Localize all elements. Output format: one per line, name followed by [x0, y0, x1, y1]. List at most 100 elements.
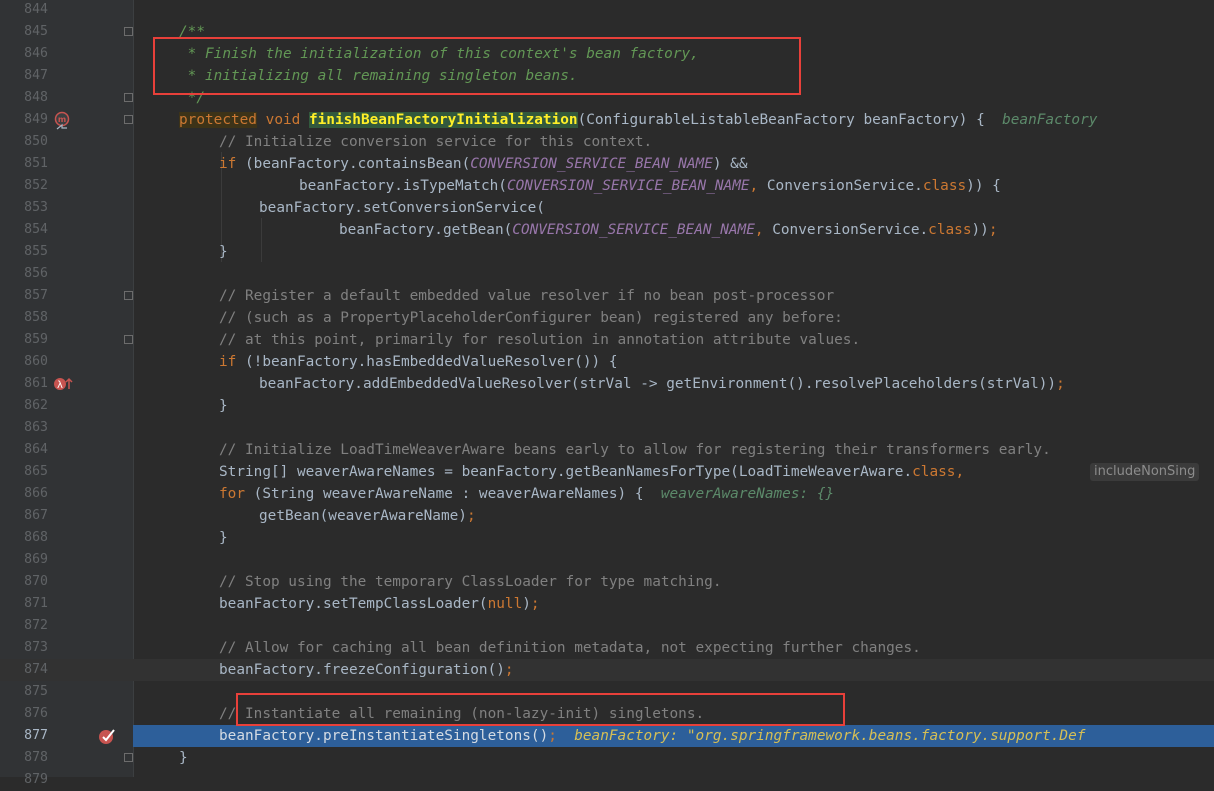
line-number: 879	[24, 772, 48, 787]
lambda-icon[interactable]: λ	[53, 376, 73, 392]
code-text: beanFactory.setConversionService(	[259, 200, 545, 216]
fold-icon[interactable]	[124, 93, 133, 102]
line-number: 862	[24, 398, 48, 413]
code-editor[interactable]: 844 845 /** 846 * Finish the initializat…	[0, 0, 1214, 787]
line-number: 850	[24, 134, 48, 149]
code-line: 849 m protected void finishBeanFactoryIn…	[0, 109, 1214, 131]
line-number: 864	[24, 442, 48, 457]
code-text: beanFactory.preInstantiateSingletons(); …	[219, 728, 1086, 744]
code-line: 867 getBean(weaverAwareName);	[0, 505, 1214, 527]
breakpoint-icon[interactable]	[98, 727, 118, 745]
code-line: 863	[0, 417, 1214, 439]
line-number: 861	[24, 376, 48, 391]
code-line: 872	[0, 615, 1214, 637]
line-number: 859	[24, 332, 48, 347]
code-line: 879	[0, 769, 1214, 791]
code-line: 860 if (!beanFactory.hasEmbeddedValueRes…	[0, 351, 1214, 373]
code-line: 873 // Allow for caching all bean defini…	[0, 637, 1214, 659]
code-line: 855 }	[0, 241, 1214, 263]
fold-icon[interactable]	[124, 335, 133, 344]
code-line: 864 // Initialize LoadTimeWeaverAware be…	[0, 439, 1214, 461]
fold-icon[interactable]	[124, 753, 133, 762]
code-line: 870 // Stop using the temporary ClassLoa…	[0, 571, 1214, 593]
line-number: 866	[24, 486, 48, 501]
line-number: 860	[24, 354, 48, 369]
line-number: 868	[24, 530, 48, 545]
fold-icon[interactable]	[124, 291, 133, 300]
code-text: for (String weaverAwareName : weaverAwar…	[219, 486, 835, 502]
comment: // Allow for caching all bean definition…	[219, 640, 921, 656]
code-text: }	[219, 530, 228, 546]
code-line: 844	[0, 0, 1214, 21]
line-number: 865	[24, 464, 48, 479]
line-number: 873	[24, 640, 48, 655]
code-line: 877 beanFactory.preInstantiateSingletons…	[0, 725, 1214, 747]
code-line: 856	[0, 263, 1214, 285]
line-number: 853	[24, 200, 48, 215]
code-text: if (!beanFactory.hasEmbeddedValueResolve…	[219, 354, 618, 370]
code-line: 850 // Initialize conversion service for…	[0, 131, 1214, 153]
line-number: 855	[24, 244, 48, 259]
code-text: beanFactory.addEmbeddedValueResolver(str…	[259, 376, 1065, 392]
code-line: 869	[0, 549, 1214, 571]
comment: // at this point, primarily for resoluti…	[219, 332, 861, 348]
line-number: 874	[24, 662, 48, 677]
line-number: 846	[24, 46, 48, 61]
line-number: 872	[24, 618, 48, 633]
line-number: 869	[24, 552, 48, 567]
code-text: if (beanFactory.containsBean(CONVERSION_…	[219, 156, 748, 172]
code-line: 865 String[] weaverAwareNames = beanFact…	[0, 461, 1214, 483]
line-number: 856	[24, 266, 48, 281]
code-text: }	[219, 398, 228, 414]
line-number: 844	[24, 2, 48, 17]
code-line: 857 // Register a default embedded value…	[0, 285, 1214, 307]
code-text: String[] weaverAwareNames = beanFactory.…	[219, 464, 965, 480]
line-number: 858	[24, 310, 48, 325]
code-line: 851 if (beanFactory.containsBean(CONVERS…	[0, 153, 1214, 175]
line-number: 877	[24, 728, 48, 743]
code-text: beanFactory.freezeConfiguration();	[219, 662, 514, 678]
line-number: 857	[24, 288, 48, 303]
line-number: 854	[24, 222, 48, 237]
line-number: 863	[24, 420, 48, 435]
line-number: 875	[24, 684, 48, 699]
code-line: 853 beanFactory.setConversionService(	[0, 197, 1214, 219]
annotation-box	[153, 37, 801, 95]
line-number: 847	[24, 68, 48, 83]
fold-icon[interactable]	[124, 115, 133, 124]
line-number: 870	[24, 574, 48, 589]
code-text: getBean(weaverAwareName);	[259, 508, 476, 524]
code-text: beanFactory.isTypeMatch(CONVERSION_SERVI…	[299, 178, 1001, 194]
comment: // Stop using the temporary ClassLoader …	[219, 574, 722, 590]
line-number: 849	[24, 112, 48, 127]
fold-icon[interactable]	[124, 27, 133, 36]
line-number: 851	[24, 156, 48, 171]
line-number: 848	[24, 90, 48, 105]
code-line: 854 beanFactory.getBean(CONVERSION_SERVI…	[0, 219, 1214, 241]
method-override-icon[interactable]: m	[53, 111, 73, 131]
code-line: 852 beanFactory.isTypeMatch(CONVERSION_S…	[0, 175, 1214, 197]
comment: // Initialize LoadTimeWeaverAware beans …	[219, 442, 1051, 458]
line-number: 871	[24, 596, 48, 611]
line-number: 845	[24, 24, 48, 39]
line-number: 852	[24, 178, 48, 193]
annotation-box	[236, 693, 845, 726]
code-line: 868 }	[0, 527, 1214, 549]
code-line: 871 beanFactory.setTempClassLoader(null)…	[0, 593, 1214, 615]
code-line: 858 // (such as a PropertyPlaceholderCon…	[0, 307, 1214, 329]
comment: // Register a default embedded value res…	[219, 288, 835, 304]
code-text: }	[179, 750, 188, 766]
line-number: 876	[24, 706, 48, 721]
code-text: beanFactory.setTempClassLoader(null);	[219, 596, 540, 612]
method-signature: protected void finishBeanFactoryInitiali…	[179, 112, 1098, 128]
code-line: 861 λ beanFactory.addEmbeddedValueResolv…	[0, 373, 1214, 395]
code-line: 866 for (String weaverAwareName : weaver…	[0, 483, 1214, 505]
line-number: 867	[24, 508, 48, 523]
code-line: 859 // at this point, primarily for reso…	[0, 329, 1214, 351]
code-text: beanFactory.getBean(CONVERSION_SERVICE_B…	[339, 222, 998, 238]
parameter-hint: includeNonSing	[1090, 463, 1200, 481]
code-line-current: 874 beanFactory.freezeConfiguration();	[0, 659, 1214, 681]
comment: // (such as a PropertyPlaceholderConfigu…	[219, 310, 843, 326]
code-text: }	[219, 244, 228, 260]
comment: // Initialize conversion service for thi…	[219, 134, 653, 150]
